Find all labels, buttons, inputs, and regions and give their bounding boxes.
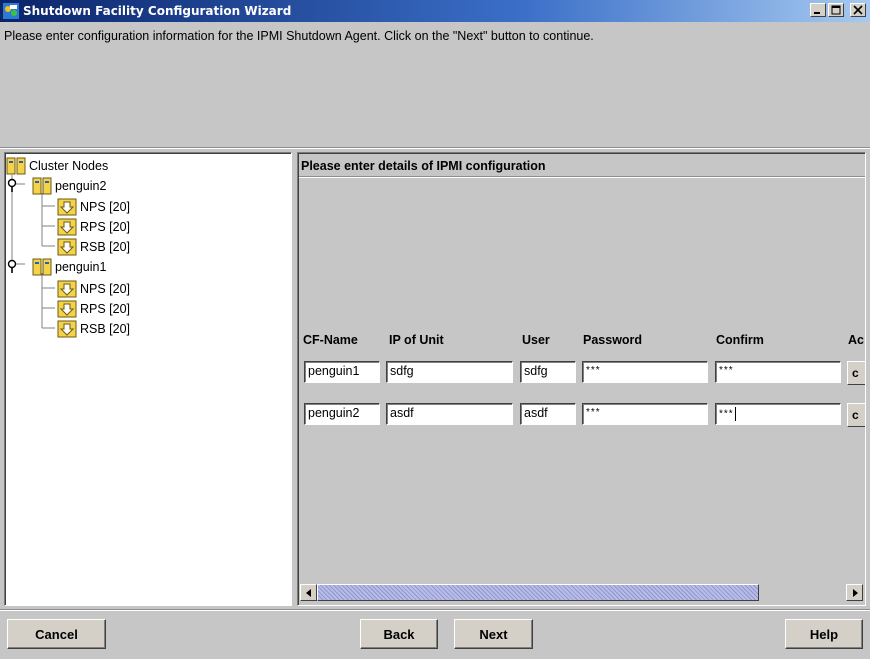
- window-title: Shutdown Facility Configuration Wizard: [23, 4, 292, 18]
- tree-node-label: penguin2: [55, 179, 107, 193]
- tree-leaf[interactable]: NPS [20]: [57, 279, 130, 299]
- tree-leaf-label: NPS [20]: [80, 200, 131, 214]
- user-field[interactable]: sdfg: [520, 361, 576, 383]
- ip-field[interactable]: sdfg: [386, 361, 513, 383]
- next-button[interactable]: Next: [454, 619, 533, 649]
- arrow-left-icon: [305, 588, 311, 597]
- minimize-button[interactable]: [810, 3, 826, 17]
- tree-node-penguin1[interactable]: penguin1: [6, 257, 106, 277]
- tree-node-penguin2[interactable]: penguin2: [6, 176, 106, 196]
- expanded-handle-icon: [7, 259, 17, 273]
- scrollbar-thumb[interactable]: [317, 584, 759, 601]
- column-header-action: Ac: [848, 333, 864, 347]
- minimize-icon: [814, 12, 820, 14]
- help-button[interactable]: Help: [785, 619, 863, 649]
- server-node-icon: [32, 177, 52, 195]
- shutdown-agent-icon: [57, 280, 77, 298]
- ip-field[interactable]: asdf: [386, 403, 513, 425]
- server-node-icon: [32, 258, 52, 276]
- cancel-button[interactable]: Cancel: [7, 619, 106, 649]
- button-bar-divider: [0, 609, 870, 611]
- confirm-password-field[interactable]: ***: [715, 403, 841, 425]
- tree-node-label: penguin1: [55, 260, 107, 274]
- scroll-right-button[interactable]: [846, 584, 863, 601]
- cf-name-field[interactable]: penguin2: [304, 403, 380, 425]
- close-icon: [853, 5, 863, 15]
- confirm-password-value: ***: [719, 408, 734, 420]
- tree-leaf[interactable]: RSB [20]: [57, 319, 130, 339]
- user-field[interactable]: asdf: [520, 403, 576, 425]
- expanded-handle-icon: [7, 178, 17, 192]
- cf-name-field[interactable]: penguin1: [304, 361, 380, 383]
- tree-leaf-label: RSB [20]: [80, 322, 131, 336]
- tree-leaf[interactable]: RSB [20]: [57, 237, 130, 257]
- shutdown-agent-icon: [57, 320, 77, 338]
- scroll-left-button[interactable]: [300, 584, 317, 601]
- back-button[interactable]: Back: [360, 619, 438, 649]
- column-header-ip: IP of Unit: [389, 333, 444, 347]
- ipmi-config-panel: Please enter details of IPMI configurati…: [297, 152, 866, 606]
- password-field[interactable]: ***: [582, 403, 708, 425]
- action-button[interactable]: c: [847, 361, 865, 385]
- arrow-right-icon: [852, 588, 858, 597]
- maximize-button[interactable]: [828, 3, 844, 17]
- tree-leaf[interactable]: NPS [20]: [57, 197, 130, 217]
- column-header-password: Password: [583, 333, 643, 347]
- wizard-app-icon: [3, 3, 19, 19]
- cluster-icon: [6, 157, 26, 175]
- confirm-password-field[interactable]: ***: [715, 361, 841, 383]
- title-bar: Shutdown Facility Configuration Wizard: [0, 0, 870, 22]
- maximize-icon: [831, 5, 841, 15]
- instruction-message: Please enter configuration information f…: [0, 22, 870, 148]
- shutdown-agent-icon: [57, 238, 77, 256]
- column-header-user: User: [522, 333, 550, 347]
- panel-divider: [299, 176, 865, 178]
- shutdown-agent-icon: [57, 218, 77, 236]
- shutdown-agent-icon: [57, 198, 77, 216]
- tree-lines: [11, 175, 55, 329]
- close-button[interactable]: [850, 3, 866, 17]
- tree-leaf[interactable]: RPS [20]: [57, 217, 130, 237]
- tree-leaf-label: NPS [20]: [80, 282, 131, 296]
- password-field[interactable]: ***: [582, 361, 708, 383]
- panel-title: Please enter details of IPMI configurati…: [301, 159, 546, 173]
- horizontal-scrollbar[interactable]: [300, 584, 863, 601]
- tree-leaf-label: RPS [20]: [80, 220, 131, 234]
- column-header-cf-name: CF-Name: [303, 333, 358, 347]
- cluster-node-tree[interactable]: Cluster Nodes penguin2 NPS [20] RPS [20]…: [4, 152, 292, 606]
- column-header-confirm: Confirm: [716, 333, 764, 347]
- tree-leaf-label: RSB [20]: [80, 240, 131, 254]
- action-button[interactable]: c: [847, 403, 865, 427]
- tree-root[interactable]: Cluster Nodes: [6, 156, 108, 176]
- tree-leaf-label: RPS [20]: [80, 302, 131, 316]
- text-caret: [734, 407, 736, 421]
- shutdown-agent-icon: [57, 300, 77, 318]
- message-divider: [0, 147, 870, 149]
- tree-leaf[interactable]: RPS [20]: [57, 299, 130, 319]
- tree-root-label: Cluster Nodes: [29, 159, 109, 173]
